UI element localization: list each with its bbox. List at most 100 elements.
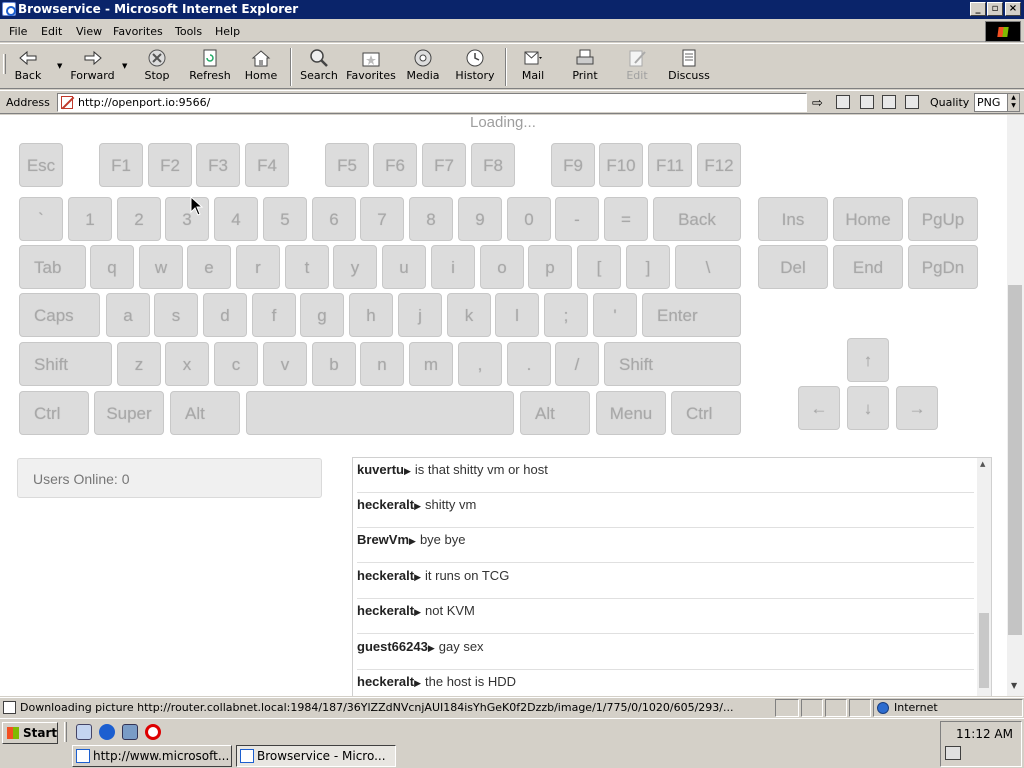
key-k[interactable]: k xyxy=(447,293,491,337)
key-l[interactable]: l xyxy=(495,293,539,337)
key-semicolon[interactable]: ; xyxy=(544,293,588,337)
key-s[interactable]: s xyxy=(154,293,198,337)
key-backtick[interactable]: ` xyxy=(19,197,63,241)
print-button[interactable]: Print xyxy=(568,47,602,87)
key-8[interactable]: 8 xyxy=(409,197,453,241)
key-left-ctrl[interactable]: Ctrl xyxy=(19,391,89,435)
key-super[interactable]: Super xyxy=(94,391,164,435)
clock[interactable]: 11:12 AM xyxy=(956,727,1013,741)
go-arrow-icon[interactable]: ⇨ xyxy=(812,96,823,111)
key-1[interactable]: 1 xyxy=(68,197,112,241)
key-0[interactable]: 0 xyxy=(507,197,551,241)
edit-button[interactable]: Edit xyxy=(622,47,652,87)
key-space[interactable] xyxy=(246,391,514,435)
forward-dropdown-icon[interactable]: ▼ xyxy=(122,62,127,70)
quality-spinner-icon[interactable]: ▲ ▼ xyxy=(1007,94,1019,111)
screenshot-icon[interactable] xyxy=(860,95,874,109)
key-f3[interactable]: F3 xyxy=(196,143,240,187)
key-backslash[interactable]: \ xyxy=(675,245,741,289)
key-f2[interactable]: F2 xyxy=(148,143,192,187)
back-dropdown-icon[interactable]: ▼ xyxy=(57,62,62,70)
key-esc[interactable]: Esc xyxy=(19,143,63,187)
key-d[interactable]: d xyxy=(203,293,247,337)
key-f10[interactable]: F10 xyxy=(599,143,643,187)
stop-button[interactable]: Stop xyxy=(140,47,174,87)
find-icon[interactable] xyxy=(882,95,896,109)
start-button[interactable]: Start xyxy=(2,722,58,744)
key-4[interactable]: 4 xyxy=(214,197,258,241)
forward-button[interactable]: Forward xyxy=(70,47,115,87)
taskbar-grip[interactable] xyxy=(64,722,67,742)
key-arrow-up[interactable]: ↑ xyxy=(847,338,889,382)
key-r[interactable]: r xyxy=(236,245,280,289)
key-f9[interactable]: F9 xyxy=(551,143,595,187)
clipboard-icon[interactable] xyxy=(905,95,919,109)
key-quote[interactable]: ' xyxy=(593,293,637,337)
menu-favorites[interactable]: Favorites xyxy=(113,25,163,38)
key-v[interactable]: v xyxy=(263,342,307,386)
key-q[interactable]: q xyxy=(90,245,134,289)
bookmark-icon[interactable] xyxy=(836,95,850,109)
key-f5[interactable]: F5 xyxy=(325,143,369,187)
key-minus[interactable]: - xyxy=(555,197,599,241)
mail-button[interactable]: Mail xyxy=(516,47,550,87)
home-button[interactable]: Home xyxy=(244,47,278,87)
key-5[interactable]: 5 xyxy=(263,197,307,241)
key-f12[interactable]: F12 xyxy=(697,143,741,187)
key-left-shift[interactable]: Shift xyxy=(19,342,112,386)
show-desktop-icon[interactable] xyxy=(76,724,92,740)
key-arrow-right[interactable]: → xyxy=(896,386,938,430)
chat-scrollbar-thumb[interactable] xyxy=(979,613,989,688)
key-f4[interactable]: F4 xyxy=(245,143,289,187)
key-arrow-left[interactable]: ← xyxy=(798,386,840,430)
key-6[interactable]: 6 xyxy=(312,197,356,241)
key-right-ctrl[interactable]: Ctrl xyxy=(671,391,741,435)
key-a[interactable]: a xyxy=(106,293,150,337)
back-button[interactable]: Back xyxy=(10,47,46,87)
key-9[interactable]: 9 xyxy=(458,197,502,241)
scroll-down-icon[interactable]: ▼ xyxy=(1011,681,1017,690)
search-button[interactable]: Search xyxy=(300,47,338,87)
key-f7[interactable]: F7 xyxy=(422,143,466,187)
task-browservice[interactable]: Browservice - Micro... xyxy=(236,745,396,767)
key-right-shift[interactable]: Shift xyxy=(604,342,741,386)
key-f8[interactable]: F8 xyxy=(471,143,515,187)
quality-select[interactable]: PNG ▲ ▼ xyxy=(974,93,1020,112)
menu-view[interactable]: View xyxy=(76,25,102,38)
key-m[interactable]: m xyxy=(409,342,453,386)
favorites-button[interactable]: Favorites xyxy=(346,47,396,87)
key-period[interactable]: . xyxy=(507,342,551,386)
discuss-button[interactable]: Discuss xyxy=(668,47,710,87)
key-comma[interactable]: , xyxy=(458,342,502,386)
key-2[interactable]: 2 xyxy=(117,197,161,241)
task-ie-microsoft[interactable]: http://www.microsoft... xyxy=(72,745,232,767)
refresh-button[interactable]: Refresh xyxy=(188,47,232,87)
menu-help[interactable]: Help xyxy=(215,25,240,38)
history-button[interactable]: History xyxy=(454,47,496,87)
key-o[interactable]: o xyxy=(480,245,524,289)
key-enter[interactable]: Enter xyxy=(642,293,741,337)
key-e[interactable]: e xyxy=(187,245,231,289)
key-c[interactable]: c xyxy=(214,342,258,386)
maximize-button[interactable]: ▫ xyxy=(987,2,1003,16)
key-equals[interactable]: = xyxy=(604,197,648,241)
close-button[interactable]: × xyxy=(1005,2,1021,16)
key-menu[interactable]: Menu xyxy=(596,391,666,435)
scroll-up-icon[interactable]: ▲ xyxy=(980,460,985,468)
key-slash[interactable]: / xyxy=(555,342,599,386)
key-backspace[interactable]: Back xyxy=(653,197,741,241)
key-delete[interactable]: Del xyxy=(758,245,828,289)
key-w[interactable]: w xyxy=(139,245,183,289)
key-f1[interactable]: F1 xyxy=(99,143,143,187)
key-insert[interactable]: Ins xyxy=(758,197,828,241)
key-7[interactable]: 7 xyxy=(360,197,404,241)
key-end[interactable]: End xyxy=(833,245,903,289)
key-home[interactable]: Home xyxy=(833,197,903,241)
chat-log[interactable]: kuvertu▶ is that shitty vm or host hecker… xyxy=(352,457,992,696)
key-n[interactable]: n xyxy=(360,342,404,386)
key-arrow-down[interactable]: ↓ xyxy=(847,386,889,430)
page-scrollbar[interactable]: ▼ xyxy=(1007,115,1024,696)
menu-file[interactable]: File xyxy=(9,25,27,38)
key-u[interactable]: u xyxy=(382,245,426,289)
key-x[interactable]: x xyxy=(165,342,209,386)
